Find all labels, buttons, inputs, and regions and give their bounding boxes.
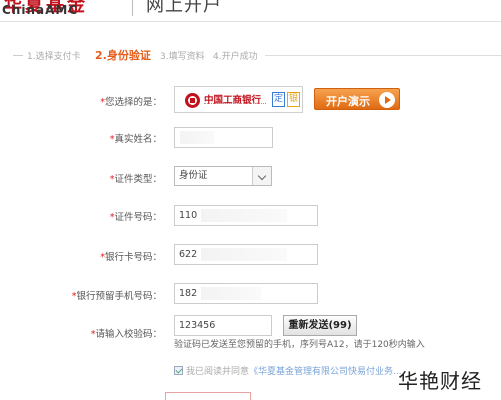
- logo-english: ChinaAMC: [2, 3, 79, 17]
- id-type-selected: 身份证: [179, 170, 208, 181]
- step-select-card: 1.选择支付卡: [27, 52, 81, 62]
- id-number-input[interactable]: 110: [174, 205, 318, 226]
- open-account-demo-button[interactable]: 开户演示: [314, 88, 400, 110]
- id-type-select[interactable]: 身份证: [174, 166, 272, 186]
- step-identity-verify: 2.身份验证: [95, 49, 151, 62]
- blurred-text: [201, 209, 287, 222]
- card-number-input[interactable]: 622: [174, 244, 318, 265]
- watermark-text: 华艳财经: [398, 369, 482, 393]
- agreement-checkbox[interactable]: [174, 366, 183, 375]
- blurred-text: [180, 131, 214, 144]
- phone-input[interactable]: 182: [174, 283, 318, 304]
- chevron-down-icon: [252, 167, 271, 185]
- demo-button-label: 开户演示: [326, 95, 370, 108]
- step-fill-info: 3.填写资料: [160, 52, 205, 62]
- blurred-text: [201, 248, 287, 261]
- agreement-link[interactable]: 《华夏基金管理有限公司快易付业务...: [249, 367, 402, 377]
- header-divider: [132, 0, 133, 16]
- steps-line-left: [13, 55, 23, 56]
- verify-code-input[interactable]: 123456: [174, 315, 272, 336]
- site-header: 华夏基金 ChinaAMC 网上开户: [0, 0, 501, 22]
- agreement-prefix: 我已阅读并同意: [186, 367, 250, 377]
- real-name-input[interactable]: [174, 127, 273, 148]
- bank-tag-yin: 银: [287, 92, 300, 107]
- phone-label: *银行预留手机号码：: [71, 291, 162, 302]
- verify-code-label: *请输入校验码：: [90, 329, 162, 340]
- blurred-text: [201, 287, 261, 300]
- next-step-button[interactable]: [165, 392, 251, 400]
- steps-line-right: [265, 55, 501, 56]
- id-number-label: *证件号码：: [109, 212, 162, 223]
- agreement-row: 我已阅读并同意《华夏基金管理有限公司快易付业务...: [174, 364, 402, 377]
- id-type-label: *证件类型：: [109, 174, 162, 185]
- icbc-logo-icon: [185, 93, 200, 108]
- verify-hint-text: 验证码已发送至您预留的手机，序列号A12，请于120秒内输入: [174, 340, 425, 350]
- selected-bank-card: 中国工商银行 定 银: [174, 86, 303, 113]
- real-name-label: *真实姓名：: [109, 134, 162, 145]
- step-success: 4.开户成功: [213, 52, 258, 62]
- card-number-label: *银行卡号码：: [100, 252, 162, 263]
- bank-subtitle-line: [204, 103, 266, 106]
- page-title: 网上开户: [146, 0, 222, 16]
- bank-tag-ding: 定: [272, 92, 285, 107]
- play-icon: [379, 92, 395, 108]
- bank-label: *您选择的是：: [100, 97, 162, 108]
- progress-steps: 1.选择支付卡 2.身份验证 3.填写资料 4.开户成功: [0, 47, 501, 65]
- resend-code-button[interactable]: 重新发送(99): [283, 315, 357, 336]
